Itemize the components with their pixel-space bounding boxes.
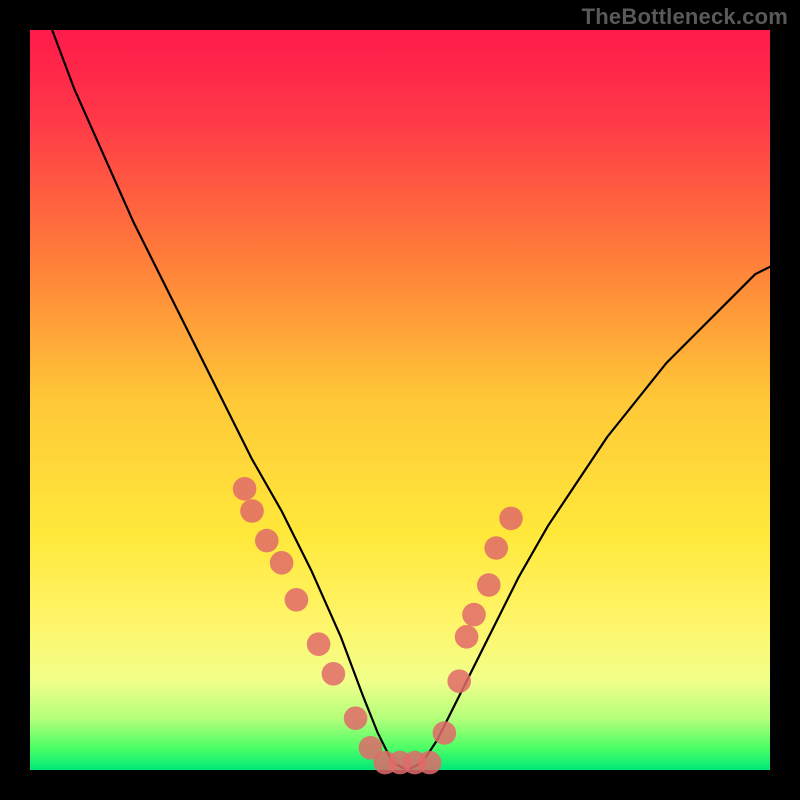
plot-background (30, 30, 770, 770)
highlight-dot (433, 721, 457, 745)
highlight-dot (322, 662, 346, 686)
highlight-dot (484, 536, 508, 560)
highlight-dot (270, 551, 294, 575)
highlight-dot (447, 669, 471, 693)
bottleneck-chart (0, 0, 800, 800)
highlight-dot (418, 751, 442, 775)
highlight-dot (255, 529, 279, 553)
highlight-dot (477, 573, 501, 597)
chart-container: TheBottleneck.com (0, 0, 800, 800)
highlight-dot (240, 499, 264, 523)
highlight-dot (462, 603, 486, 627)
highlight-dot (344, 706, 368, 730)
highlight-dot (285, 588, 309, 612)
highlight-dot (233, 477, 257, 501)
highlight-dot (455, 625, 479, 649)
highlight-dot (499, 507, 523, 531)
watermark-text: TheBottleneck.com (582, 4, 788, 30)
highlight-dot (307, 632, 331, 656)
